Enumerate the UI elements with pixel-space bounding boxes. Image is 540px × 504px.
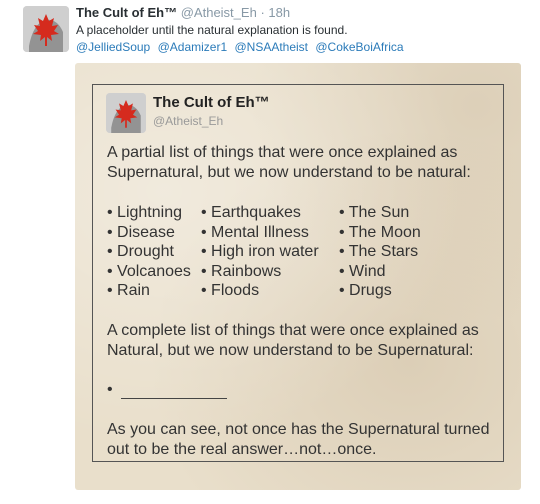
- list-item: • Rain: [107, 282, 150, 300]
- tweet-timestamp[interactable]: 18h: [268, 5, 290, 20]
- list-item: • Floods: [201, 282, 260, 300]
- list-column: • Lightning • Disease • Drought • Volcan…: [107, 203, 191, 301]
- list-item: • The Sun: [339, 204, 410, 221]
- mention-link[interactable]: @JelliedSoup: [76, 40, 150, 54]
- card-intro-text: A partial list of things that were once …: [107, 144, 471, 181]
- list-item: • The Stars: [339, 243, 419, 261]
- list-item: • Earthquakes: [201, 204, 301, 221]
- list-item: • Drought: [107, 243, 174, 261]
- author-handle[interactable]: @Atheist_Eh: [181, 5, 257, 20]
- blank-underline: [121, 398, 227, 399]
- card-author-name: The Cult of Eh™: [153, 94, 270, 111]
- card-author-handle: @Atheist_Eh: [153, 114, 224, 128]
- quoted-card: The Cult of Eh™ @Atheist_Eh A partial li…: [92, 84, 504, 462]
- list-item: • Volcanoes: [107, 262, 191, 280]
- maple-leaf-avatar-icon: [106, 93, 146, 133]
- card-complete-text: A complete list of things that were once…: [107, 322, 479, 359]
- tweet-text: A placeholder until the natural explanat…: [76, 23, 348, 37]
- author-name[interactable]: The Cult of Eh™: [76, 5, 177, 20]
- list-column: • Earthquakes • Mental Illness • High ir…: [201, 203, 319, 301]
- list-item: • Wind: [339, 262, 386, 280]
- list-item: • Disease: [107, 223, 175, 241]
- tweet-media-image[interactable]: The Cult of Eh™ @Atheist_Eh A partial li…: [75, 63, 521, 490]
- tweet-header: The Cult of Eh™ @Atheist_Eh · 18h: [76, 5, 290, 20]
- mention-link[interactable]: @NSAAtheist: [234, 40, 308, 54]
- mention-link[interactable]: @Adamizer1: [158, 40, 228, 54]
- separator-dot: ·: [260, 5, 265, 20]
- blank-list-item: •: [107, 381, 113, 398]
- card-outro-text: As you can see, not once has the Superna…: [107, 421, 490, 458]
- mention-list: @JelliedSoup @Adamizer1 @NSAAtheist @Cok…: [76, 40, 408, 54]
- list-item: • Lightning: [107, 204, 182, 221]
- list-item: • Drugs: [339, 282, 392, 300]
- list-item: • The Moon: [339, 223, 421, 241]
- list-item: • Mental Illness: [201, 223, 309, 241]
- list-item: • High iron water: [201, 243, 319, 261]
- list-item: • Rainbows: [201, 262, 282, 280]
- maple-leaf-avatar-icon: [23, 6, 69, 52]
- author-avatar[interactable]: [23, 6, 69, 52]
- mention-link[interactable]: @CokeBoiAfrica: [315, 40, 403, 54]
- list-column: • The Sun • The Moon • The Stars • Wind …: [339, 203, 421, 301]
- tweet-actions-row: [75, 496, 235, 504]
- card-avatar: [106, 93, 146, 133]
